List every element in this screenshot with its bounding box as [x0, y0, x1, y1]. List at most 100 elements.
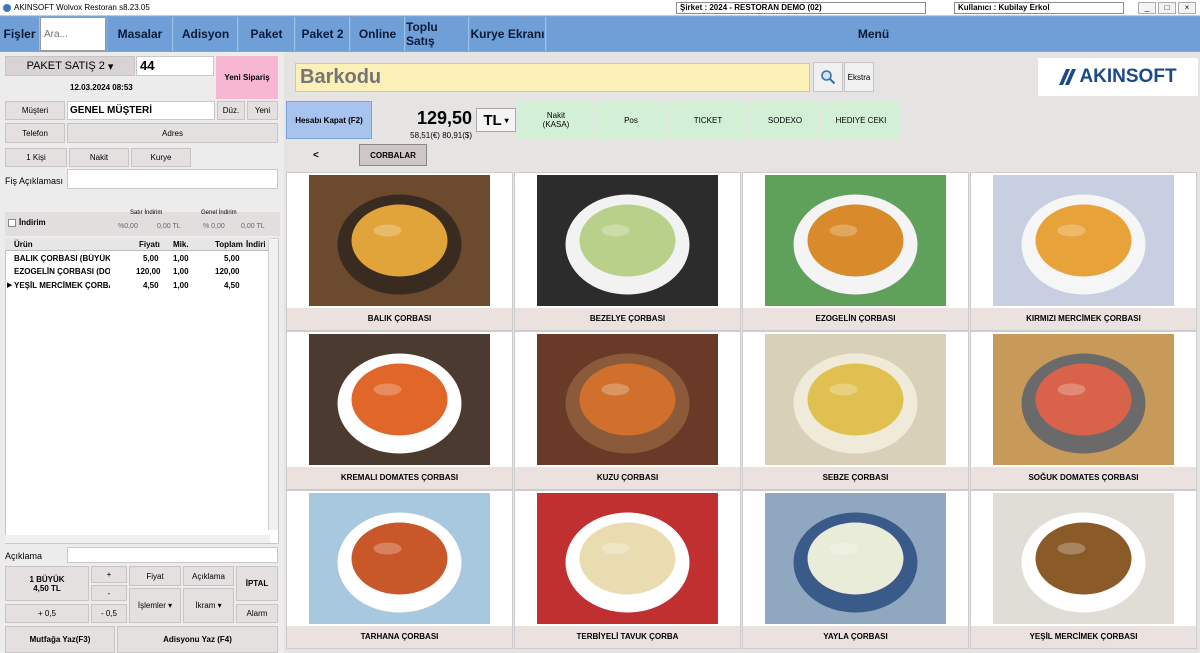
product-tile[interactable]: BALIK ÇORBASI — [286, 172, 513, 331]
kitchen-print-button[interactable]: Mutfağa Yaz(F3) — [5, 626, 115, 653]
product-image — [993, 175, 1174, 306]
courier-button[interactable]: Kurye — [131, 148, 191, 167]
product-tile[interactable]: TERBİYELİ TAVUK ÇORBA — [514, 490, 741, 649]
table-row-qty: 1,00 — [173, 281, 189, 290]
table-row-total: 5,00 — [224, 254, 240, 263]
close-account-button[interactable]: Hesabı Kapat (F2) — [286, 101, 372, 139]
app-icon — [3, 4, 11, 12]
phone-label: Telefon — [5, 123, 65, 143]
price-button[interactable]: Fiyat — [129, 566, 181, 586]
general-discount-tl[interactable]: 0,00 TL — [241, 223, 265, 230]
row-discount-tl[interactable]: 0,00 TL — [157, 223, 181, 230]
print-bill-button[interactable]: Adisyonu Yaz (F4) — [117, 626, 278, 653]
table-row-product[interactable]: BALIK ÇORBASI (BÜYÜK — [14, 254, 110, 263]
pay-pos-button[interactable]: Pos — [596, 101, 666, 139]
product-image — [309, 175, 490, 306]
col-discount[interactable]: İndiri — [246, 240, 266, 249]
operations-button[interactable]: İşlemler ▾ — [129, 588, 181, 623]
payment-type-button[interactable]: Nakit — [69, 148, 129, 167]
product-image — [537, 334, 718, 465]
menu-masalar[interactable]: Masalar — [108, 17, 173, 51]
currency-select[interactable]: TL ▾ — [476, 108, 516, 132]
order-type-select[interactable]: PAKET SATIŞ 2 ▾ — [5, 56, 135, 76]
col-price[interactable]: Fiyatı — [139, 240, 160, 249]
category-back-button[interactable]: < — [313, 150, 319, 161]
row-discount-pct[interactable]: %0,00 — [118, 223, 138, 230]
persons-button[interactable]: 1 Kişi — [5, 148, 67, 167]
extra-button[interactable]: Ekstra — [844, 62, 874, 92]
product-tile[interactable]: KREMALI DOMATES ÇORBASI — [286, 331, 513, 490]
category-tab-corbalar[interactable]: CORBALAR — [359, 144, 427, 166]
cancel-button[interactable]: İPTAL — [236, 566, 278, 601]
customer-label: Müşteri — [5, 101, 65, 120]
edit-customer-button[interactable]: Düz. — [217, 101, 245, 120]
selected-item-info: 1 BÜYÜK 4,50 TL — [5, 566, 89, 601]
menu-adisyon[interactable]: Adisyon — [174, 17, 238, 51]
order-type-label: PAKET SATIŞ 2 — [26, 60, 105, 72]
title-bar: AKINSOFT Wolvox Restoran s8.23.05 Şirket… — [0, 0, 1200, 16]
col-total[interactable]: Toplam — [215, 240, 243, 249]
menu-kurye-ekrani[interactable]: Kurye Ekranı — [470, 17, 546, 51]
plus-half-button[interactable]: + 0,5 — [5, 604, 89, 623]
menu-fisler[interactable]: Fişler — [0, 17, 40, 51]
table-scrollbar[interactable] — [268, 240, 278, 530]
note-field[interactable] — [67, 169, 278, 189]
new-order-button[interactable]: Yeni Sipariş — [216, 56, 278, 99]
search-icon[interactable] — [813, 62, 843, 92]
discount-checkbox[interactable] — [8, 219, 16, 227]
treat-button[interactable]: İkram ▾ — [183, 588, 234, 623]
pay-gift-card-button[interactable]: HEDIYE CEKI — [822, 101, 900, 139]
order-datetime: 12.03.2024 08:53 — [70, 83, 133, 92]
general-discount-pct[interactable]: % 0,00 — [203, 223, 225, 230]
alarm-button[interactable]: Alarm — [236, 604, 278, 623]
new-customer-button[interactable]: Yeni — [247, 101, 278, 120]
increase-button[interactable]: + — [91, 566, 127, 583]
product-tile[interactable]: SOĞUK DOMATES ÇORBASI — [970, 331, 1197, 490]
col-product[interactable]: Ürün — [14, 240, 33, 249]
note-label: Fiş Açıklaması — [5, 176, 64, 186]
description-field[interactable] — [67, 547, 278, 563]
product-grid: BALIK ÇORBASI BEZELYE ÇORBASI EZOGELİN ÇOR… — [286, 172, 1197, 653]
table-hscrollbar[interactable] — [5, 535, 270, 543]
col-qty[interactable]: Mik. — [173, 240, 189, 249]
table-row-product[interactable]: EZOGELİN ÇORBASI (DOU — [14, 267, 110, 276]
product-name: SEBZE ÇORBASI — [743, 467, 968, 489]
table-row-product[interactable]: YEŞİL MERCİMEK ÇORBA — [14, 281, 110, 290]
pay-cash-button[interactable]: Nakit (KASA) — [518, 101, 594, 139]
product-tile[interactable]: BEZELYE ÇORBASI — [514, 172, 741, 331]
note-button[interactable]: Açıklama — [183, 566, 234, 586]
akinsoft-logo: AKINSOFT — [1038, 58, 1198, 96]
product-tile[interactable]: EZOGELİN ÇORBASI — [742, 172, 969, 331]
product-name: BALIK ÇORBASI — [287, 308, 512, 330]
menu-online[interactable]: Online — [351, 17, 405, 51]
customer-name[interactable]: GENEL MÜŞTERİ — [67, 101, 215, 120]
product-name: YAYLA ÇORBASI — [743, 626, 968, 648]
menu-main[interactable]: Menü — [547, 17, 1200, 51]
product-image — [765, 175, 946, 306]
product-tile[interactable]: YEŞİL MERCİMEK ÇORBASI — [970, 490, 1197, 649]
product-image — [765, 334, 946, 465]
minus-half-button[interactable]: - 0,5 — [91, 604, 127, 623]
search-input[interactable] — [40, 17, 106, 51]
product-tile[interactable]: KIRMIZI MERCİMEK ÇORBASI — [970, 172, 1197, 331]
product-tile[interactable]: KUZU ÇORBASI — [514, 331, 741, 490]
product-tile[interactable]: SEBZE ÇORBASI — [742, 331, 969, 490]
menu-paket2[interactable]: Paket 2 — [296, 17, 350, 51]
menu-toplu-satis[interactable]: Toplu Satış — [406, 17, 469, 51]
decrease-button[interactable]: - — [91, 585, 127, 601]
minimize-icon[interactable]: _ — [1138, 2, 1156, 14]
product-image — [765, 493, 946, 624]
close-icon[interactable]: × — [1178, 2, 1196, 14]
pay-sodexo-button[interactable]: SODEXO — [750, 101, 820, 139]
table-row-price: 5,00 — [143, 254, 159, 263]
product-tile[interactable]: YAYLA ÇORBASI — [742, 490, 969, 649]
pay-ticket-button[interactable]: TICKET — [668, 101, 748, 139]
product-name: EZOGELİN ÇORBASI — [743, 308, 968, 330]
selected-item-price: 4,50 TL — [33, 583, 61, 593]
product-tile[interactable]: TARHANA ÇORBASI — [286, 490, 513, 649]
barcode-input[interactable] — [295, 63, 810, 92]
order-number[interactable]: 44 — [136, 56, 214, 76]
table-row-price: 120,00 — [136, 267, 161, 276]
maximize-icon[interactable]: □ — [1158, 2, 1176, 14]
menu-paket[interactable]: Paket — [239, 17, 295, 51]
